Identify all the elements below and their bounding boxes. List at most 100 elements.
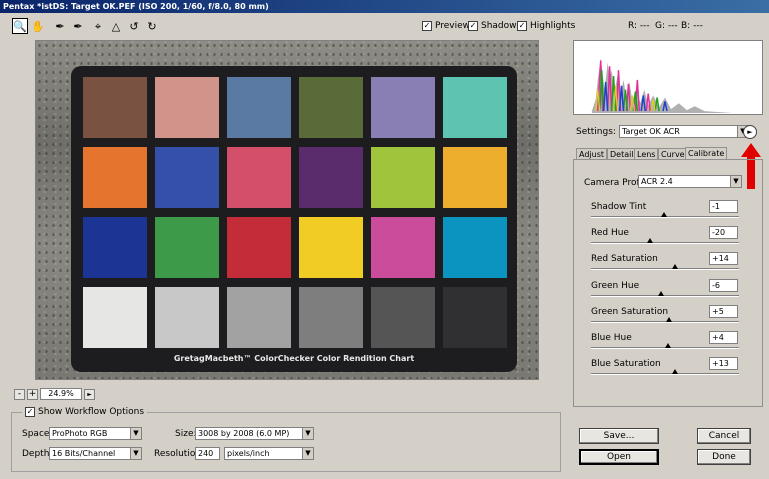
depth-value: 16 Bits/Channel: [52, 449, 116, 458]
chevron-down-icon: ▼: [302, 428, 313, 439]
space-select[interactable]: ProPhoto RGB ▼: [49, 427, 142, 440]
preview-checkbox-box[interactable]: ✓: [422, 21, 432, 31]
slider-thumb[interactable]: [671, 369, 678, 375]
slider-track[interactable]: [591, 294, 739, 297]
slider-thumb[interactable]: [665, 316, 672, 322]
color-patch: [155, 217, 219, 278]
color-patch: [443, 77, 507, 138]
slider-value-input[interactable]: +13: [709, 357, 738, 371]
chevron-down-icon: ▼: [130, 428, 141, 439]
settings-select[interactable]: Target OK ACR ▼: [618, 125, 749, 138]
slider-thumb[interactable]: [672, 264, 679, 270]
slider-track[interactable]: [591, 373, 739, 376]
open-button[interactable]: Open: [579, 449, 659, 465]
slider-label: Green Hue: [591, 280, 640, 291]
hand-icon[interactable]: ✋: [30, 18, 46, 34]
color-patch: [83, 77, 147, 138]
straighten-icon[interactable]: △: [108, 18, 124, 34]
window-title: Pentax *istDS: Target OK.PEF (ISO 200, 1…: [0, 0, 769, 13]
slider-value-input[interactable]: +14: [709, 252, 738, 266]
color-patch: [299, 217, 363, 278]
slider-thumb[interactable]: [661, 212, 668, 217]
color-patch: [299, 147, 363, 208]
preview-label: Preview: [435, 21, 471, 31]
cancel-button[interactable]: Cancel: [697, 428, 751, 444]
slider-thumb[interactable]: [647, 238, 654, 244]
color-patch: [299, 287, 363, 348]
colorchecker-chart: GretagMacbeth™ ColorChecker Color Rendit…: [71, 66, 517, 372]
color-patch: [227, 217, 291, 278]
show-workflow-checkbox[interactable]: ✓: [25, 407, 35, 417]
shadows-checkbox-box[interactable]: ✓: [468, 21, 478, 31]
red-readout: R: ---: [628, 21, 650, 31]
settings-menu-button[interactable]: ►: [743, 125, 757, 139]
slider-value-input[interactable]: +4: [709, 331, 738, 344]
calibrate-panel: Camera Profile: ACR 2.4 ▼ Shadow Tint -1 R…: [573, 159, 763, 407]
resolution-input[interactable]: 240: [195, 447, 220, 460]
chevron-down-icon: ▼: [130, 448, 141, 459]
color-patch: [443, 217, 507, 278]
camera-profile-select[interactable]: ACR 2.4 ▼: [638, 175, 742, 188]
slider-value-input[interactable]: +5: [709, 304, 738, 318]
slider-label: Green Saturation: [591, 306, 669, 317]
size-value: 3008 by 2008 (6.0 MP): [198, 429, 290, 438]
color-patch: [227, 77, 291, 138]
show-workflow-toggle[interactable]: ✓ Show Workflow Options: [22, 407, 148, 417]
slider-label: Shadow Tint: [591, 202, 647, 212]
slider-label: Blue Hue: [591, 333, 632, 343]
space-label: Space:: [22, 429, 53, 439]
preview-checkbox[interactable]: ✓ Preview: [422, 21, 470, 31]
color-patch: [155, 147, 219, 208]
done-button[interactable]: Done: [697, 449, 751, 465]
color-patch: [83, 147, 147, 208]
highlights-checkbox[interactable]: ✓ Highlights: [517, 21, 575, 31]
color-patch: [371, 287, 435, 348]
save-button[interactable]: Save...: [579, 428, 659, 444]
settings-value: Target OK ACR: [621, 127, 680, 136]
show-workflow-label: Show Workflow Options: [38, 407, 145, 417]
camera-profile-value: ACR 2.4: [641, 177, 673, 186]
color-patch: [371, 217, 435, 278]
zoom-out-button[interactable]: -: [14, 388, 25, 400]
color-patch: [155, 287, 219, 348]
space-value: ProPhoto RGB: [52, 429, 108, 438]
resolution-unit-select[interactable]: pixels/inch ▼: [224, 447, 314, 460]
slider-value-input[interactable]: -6: [709, 278, 738, 292]
color-patch: [155, 77, 219, 138]
color-patch: [443, 287, 507, 348]
color-patch: [371, 77, 435, 138]
depth-label: Depth:: [22, 449, 53, 459]
slider-track[interactable]: [591, 268, 739, 271]
slider-value-input[interactable]: -1: [709, 200, 738, 213]
settings-row: Settings: Target OK ACR ▼: [576, 125, 749, 138]
size-select[interactable]: 3008 by 2008 (6.0 MP) ▼: [195, 427, 314, 440]
image-preview[interactable]: GretagMacbeth™ ColorChecker Color Rendit…: [35, 40, 539, 380]
workflow-options-group: ✓ Show Workflow Options Space: ProPhoto …: [11, 407, 561, 472]
slider-thumb[interactable]: [664, 343, 671, 348]
slider-thumb[interactable]: [657, 290, 664, 296]
rotate-right-icon[interactable]: ↻: [144, 18, 160, 34]
slider-label: Red Saturation: [591, 254, 658, 265]
color-sampler-icon[interactable]: ✒: [70, 18, 86, 34]
chevron-down-icon: ▼: [302, 448, 313, 459]
shadows-checkbox[interactable]: ✓ Shadows: [468, 21, 521, 31]
zoom-level[interactable]: 24.9%: [40, 388, 82, 400]
crop-icon[interactable]: ⌖: [90, 18, 106, 34]
zoom-icon[interactable]: 🔍: [12, 18, 28, 34]
highlights-checkbox-box[interactable]: ✓: [517, 21, 527, 31]
slider-track[interactable]: [591, 242, 739, 245]
zoom-menu-arrow-icon[interactable]: ►: [84, 388, 95, 400]
highlights-label: Highlights: [530, 21, 576, 31]
color-patch: [443, 147, 507, 208]
slider-value-input[interactable]: -20: [709, 226, 738, 240]
slider-label: Blue Saturation: [591, 359, 661, 370]
rotate-left-icon[interactable]: ↺: [126, 18, 142, 34]
color-patch: [371, 147, 435, 208]
slider-label: Red Hue: [591, 228, 629, 239]
color-patch: [83, 217, 147, 278]
color-patch: [227, 287, 291, 348]
white-balance-icon[interactable]: ✒: [52, 18, 68, 34]
size-label: Size:: [175, 429, 197, 439]
zoom-in-button[interactable]: +: [27, 388, 38, 400]
depth-select[interactable]: 16 Bits/Channel ▼: [49, 447, 142, 460]
